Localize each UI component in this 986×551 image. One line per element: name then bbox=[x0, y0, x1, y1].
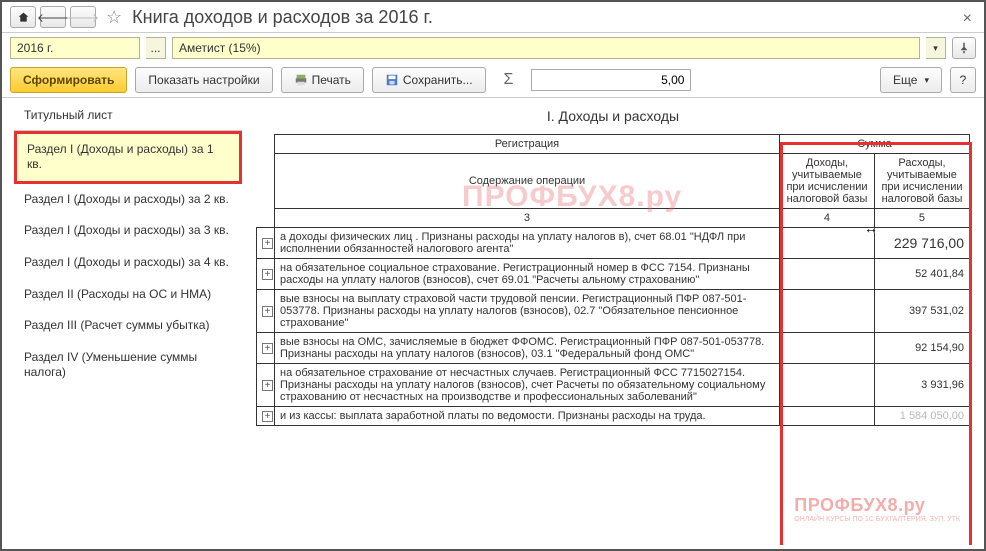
row-description: вые взносы на ОМС, зачисляемые в бюджет … bbox=[275, 333, 780, 364]
expand-toggle[interactable]: + bbox=[257, 333, 275, 364]
expand-toggle[interactable]: + bbox=[257, 407, 275, 426]
expand-toggle[interactable]: + bbox=[257, 228, 275, 259]
expand-toggle[interactable]: + bbox=[257, 290, 275, 333]
row-description: вые взносы на выплату страховой части тр… bbox=[275, 290, 780, 333]
row-expense: 229 716,00 bbox=[874, 228, 969, 259]
page-title: Книга доходов и расходов за 2016 г. bbox=[132, 7, 433, 28]
row-expense: 92 154,90 bbox=[874, 333, 969, 364]
colnum-5: 5 bbox=[874, 209, 969, 228]
col-description: Содержание операции bbox=[275, 154, 780, 209]
generate-button[interactable]: Сформировать bbox=[10, 67, 127, 93]
favorite-star-icon[interactable]: ☆ bbox=[106, 7, 122, 28]
expand-toggle[interactable]: + bbox=[257, 364, 275, 407]
row-description: на обязательное страхование от несчастны… bbox=[275, 364, 780, 407]
diskette-icon bbox=[385, 73, 399, 87]
printer-icon bbox=[294, 73, 308, 87]
sum-field[interactable] bbox=[531, 69, 691, 91]
col-income: Доходы, учитываемые при исчислении налог… bbox=[779, 154, 874, 209]
row-expense: 397 531,02 bbox=[874, 290, 969, 333]
col-registration: Регистрация bbox=[275, 135, 780, 154]
more-label: Еще bbox=[893, 73, 917, 87]
row-expense: 3 931,96 bbox=[874, 364, 969, 407]
sidebar-item-0[interactable]: Титульный лист bbox=[14, 104, 242, 131]
save-button[interactable]: Сохранить... bbox=[372, 67, 486, 93]
sidebar-item-4[interactable]: Раздел I (Доходы и расходы) за 4 кв. bbox=[14, 247, 242, 279]
report-heading: I. Доходы и расходы bbox=[256, 102, 970, 134]
row-income bbox=[779, 259, 874, 290]
row-description: а доходы физических лиц . Признаны расхо… bbox=[275, 228, 780, 259]
col-expense: Расходы, учитываемые при исчислении нало… bbox=[874, 154, 969, 209]
row-description: на обязательное социальное страхование. … bbox=[275, 259, 780, 290]
watermark-corner: ПРОФБУХ8.ру ОНЛАЙН КУРСЫ ПО 1С БУХГАЛТЕР… bbox=[794, 495, 960, 523]
row-income bbox=[779, 228, 874, 259]
colnum-3: 3 bbox=[275, 209, 780, 228]
sidebar-item-1[interactable]: Раздел I (Доходы и расходы) за 1 кв. bbox=[14, 131, 242, 184]
sigma-icon: Σ bbox=[494, 71, 524, 89]
row-description: и из кассы: выплата заработной платы по … bbox=[275, 407, 780, 426]
colnum-4: 4 bbox=[779, 209, 874, 228]
help-button[interactable]: ? bbox=[950, 67, 976, 93]
row-expense: 52 401,84 bbox=[874, 259, 969, 290]
table-row: +на обязательное социальное страхование.… bbox=[257, 259, 970, 290]
table-row: +вые взносы на выплату страховой части т… bbox=[257, 290, 970, 333]
forward-button[interactable]: 🡒 bbox=[70, 6, 96, 28]
organization-dropdown-icon[interactable]: ▾ bbox=[926, 37, 946, 59]
close-icon[interactable]: × bbox=[963, 10, 972, 28]
table-row: +вые взносы на ОМС, зачисляемые в бюджет… bbox=[257, 333, 970, 364]
pin-button[interactable] bbox=[952, 37, 976, 59]
table-row: +на обязательное страхование от несчастн… bbox=[257, 364, 970, 407]
save-label: Сохранить... bbox=[403, 73, 473, 87]
sidebar-item-2[interactable]: Раздел I (Доходы и расходы) за 2 кв. bbox=[14, 184, 242, 216]
more-button[interactable]: Еще ▾ bbox=[880, 67, 942, 93]
print-label: Печать bbox=[312, 73, 351, 87]
home-button[interactable] bbox=[10, 6, 36, 28]
row-income bbox=[779, 290, 874, 333]
print-button[interactable]: Печать bbox=[281, 67, 364, 93]
sidebar-item-3[interactable]: Раздел I (Доходы и расходы) за 3 кв. bbox=[14, 215, 242, 247]
row-income bbox=[779, 407, 874, 426]
row-expense: 1 584 050,00 bbox=[874, 407, 969, 426]
show-settings-button[interactable]: Показать настройки bbox=[135, 67, 272, 93]
back-button[interactable]: 🡐 bbox=[40, 6, 66, 28]
expand-toggle[interactable]: + bbox=[257, 259, 275, 290]
sidebar-item-5[interactable]: Раздел II (Расходы на ОС и НМА) bbox=[14, 279, 242, 311]
chevron-down-icon: ▾ bbox=[924, 75, 929, 86]
sidebar-item-6[interactable]: Раздел III (Расчет суммы убытка) bbox=[14, 310, 242, 342]
table-row: +а доходы физических лиц . Признаны расх… bbox=[257, 228, 970, 259]
row-income bbox=[779, 333, 874, 364]
period-select-button[interactable]: ... bbox=[146, 37, 166, 59]
row-income bbox=[779, 364, 874, 407]
organization-field[interactable]: Аметист (15%) bbox=[172, 37, 920, 59]
col-sum-group: Сумма bbox=[779, 135, 969, 154]
sidebar-item-7[interactable]: Раздел IV (Уменьшение суммы налога) bbox=[14, 342, 242, 389]
period-field[interactable]: 2016 г. bbox=[10, 37, 140, 59]
table-row: +и из кассы: выплата заработной платы по… bbox=[257, 407, 970, 426]
